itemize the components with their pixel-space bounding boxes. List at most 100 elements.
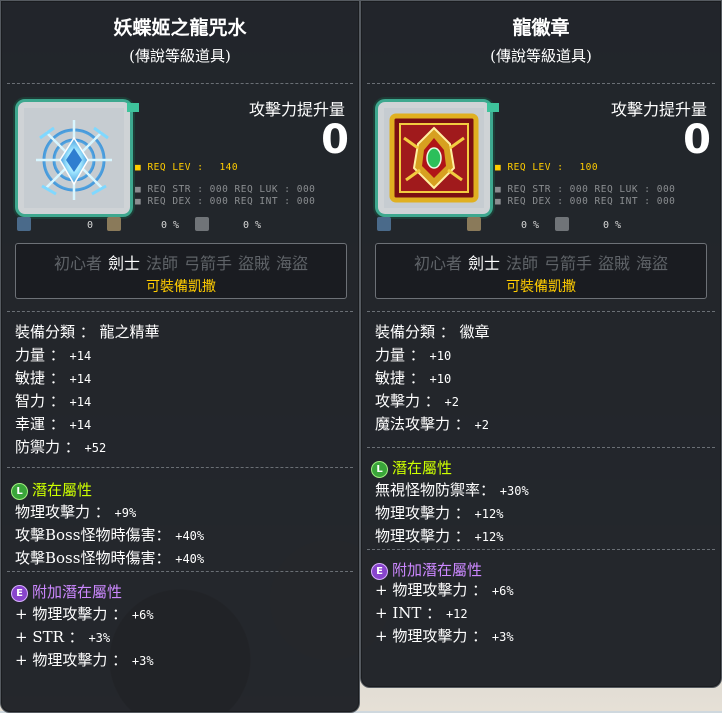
potential-line: 攻擊Boss怪物時傷害： +40% [15, 547, 204, 570]
stat-line: 幸運 ： +14 [15, 413, 160, 436]
additional-potential-header: E 附加潛在屬性 [371, 559, 482, 580]
additional-potential-line: + 物理攻擊力 ： +6% [15, 603, 154, 626]
req-level-label: REQ LEV : [507, 162, 564, 173]
req-stats-line-1: ■ REQ STR : 000 REQ LUK : 000 [135, 184, 316, 195]
additional-potential-line: + STR ： +3% [15, 626, 154, 649]
stat-label: + 物理攻擊力 ： [375, 627, 492, 645]
wrench-icon [17, 217, 31, 231]
legendary-badge-icon: L [371, 461, 388, 478]
stat-label: 攻擊力 ： [375, 392, 445, 410]
job-beginner: 初心者 [413, 254, 462, 273]
job-bowman: 弓箭手 [184, 254, 233, 273]
stat-label: + 物理攻擊力 ： [15, 605, 132, 623]
potential-line: 物理攻擊力 ： +9% [15, 501, 204, 524]
stat-label: 力量 ： [15, 346, 70, 364]
upgrade-info-row: 0 0 % 0 % [17, 217, 351, 235]
potential-line: 無視怪物防禦率： +30% [375, 479, 529, 502]
job-bowman: 弓箭手 [544, 254, 593, 273]
stat-label: + INT ： [375, 604, 446, 622]
additional-potential-lines: + 物理攻擊力 ： +6% + STR ： +3% + 物理攻擊力 ： +3% [15, 603, 154, 672]
stat-label: 防禦力 ： [15, 438, 85, 456]
job-list: 初心者 劍士 法師 弓箭手 盜賊 海盜 [376, 250, 706, 274]
job-list: 初心者 劍士 法師 弓箭手 盜賊 海盜 [16, 250, 346, 274]
job-thief: 盜賊 [598, 254, 631, 273]
req-level: ■ REQ LEV :100 [495, 162, 599, 173]
stat-value: +10 [429, 372, 452, 386]
stats-list: 裝備分類 ： 龍之精華 力量 ： +14 敏捷 ： +14 智力 ： +14 幸… [15, 321, 160, 459]
job-pirate: 海盜 [636, 254, 669, 273]
req-stats-text: REQ DEX : 000 REQ INT : 000 [507, 196, 676, 207]
stat-line: 力量 ： +14 [15, 344, 160, 367]
job-magician: 法師 [145, 254, 178, 273]
stat-line: 裝備分類 ： 徽章 [375, 321, 490, 344]
stat-label: 無視怪物防禦率： [375, 481, 500, 499]
additional-potential-line: + 物理攻擊力 ： +3% [375, 625, 514, 648]
job-magician: 法師 [505, 254, 538, 273]
stat-value: +12 [445, 607, 468, 621]
shield-percent: 0 % [603, 220, 622, 231]
attack-increase-value: 0 [321, 117, 349, 163]
potential-line: 物理攻擊力 ： +12% [375, 502, 529, 525]
epic-badge-icon: E [371, 563, 388, 580]
stat-label: 物理攻擊力 ： [15, 503, 115, 521]
stat-label: + 物理攻擊力 ： [375, 581, 492, 599]
additional-potential-title: 附加潛在屬性 [32, 583, 123, 601]
item-name: 妖蝶姬之龍咒水 [113, 17, 247, 39]
stat-value: +3% [88, 631, 111, 645]
divider [367, 447, 715, 448]
item-icon-frame [15, 99, 133, 217]
additional-potential-line: + 物理攻擊力 ： +6% [375, 579, 514, 602]
stat-label: 幸運 ： [15, 415, 70, 433]
stat-value: +30% [499, 484, 529, 498]
job-box: 初心者 劍士 法師 弓箭手 盜賊 海盜 可裝備凱撒 [15, 243, 347, 299]
item-tooltip-right: 龍徽章 (傳說等級道具) 攻擊力提升量 0 ■ REQ LEV :100 ■ R… [360, 0, 722, 688]
stat-label: 魔法攻擊力 ： [375, 415, 475, 433]
upgrade-slot-icon [467, 217, 481, 231]
stat-line: 敏捷 ： +14 [15, 367, 160, 390]
stat-line: 力量 ： +10 [375, 344, 490, 367]
stat-label: + STR ： [15, 628, 89, 646]
divider [7, 83, 353, 84]
potential-line: 物理攻擊力 ： +12% [375, 525, 529, 548]
req-level: ■ REQ LEV :140 [135, 162, 239, 173]
potential-title: 潛在屬性 [32, 481, 93, 499]
equip-note: 可裝備凱撒 [146, 279, 216, 295]
stat-value: +6% [131, 608, 154, 622]
upgrade-count: 0 [87, 220, 94, 231]
stat-line: 魔法攻擊力 ： +2 [375, 413, 490, 436]
dragon-essence-ice-crest-icon [24, 108, 124, 208]
stat-label: 攻擊Boss怪物時傷害： [15, 549, 176, 567]
stat-value: +40% [175, 552, 205, 566]
stat-value: +12% [474, 530, 504, 544]
epic-badge-icon: E [11, 585, 28, 602]
divider [367, 311, 715, 312]
divider [7, 467, 353, 468]
potential-title: 潛在屬性 [392, 459, 453, 477]
req-level-value: 140 [219, 162, 239, 173]
stat-value: +2 [474, 418, 489, 432]
stat-value: +6% [491, 584, 514, 598]
stat-line: 敏捷 ： +10 [375, 367, 490, 390]
stat-label: 物理攻擊力 ： [375, 504, 475, 522]
stat-line: 攻擊力 ： +2 [375, 390, 490, 413]
job-thief: 盜賊 [238, 254, 271, 273]
potential-line: 攻擊Boss怪物時傷害： +40% [15, 524, 204, 547]
req-stats-line-1: ■ REQ STR : 000 REQ LUK : 000 [495, 184, 676, 195]
stat-value: +52 [84, 441, 107, 455]
stat-label: + 物理攻擊力 ： [15, 651, 132, 669]
req-stats-line-2: ■ REQ DEX : 000 REQ INT : 000 [495, 196, 676, 207]
stat-value: +10 [429, 349, 452, 363]
stat-value: +3% [131, 654, 154, 668]
stats-list: 裝備分類 ： 徽章 力量 ： +10 敏捷 ： +10 攻擊力 ： +2 魔法攻… [375, 321, 490, 436]
attack-increase-value: 0 [683, 117, 711, 163]
req-stats-text: REQ STR : 000 REQ LUK : 000 [507, 184, 676, 195]
item-name: 龍徽章 [512, 17, 570, 39]
stat-value: +40% [175, 529, 205, 543]
upgrade-info-row: 0 % 0 % [377, 217, 713, 235]
req-level-value: 100 [579, 162, 599, 173]
stat-value: +3% [491, 630, 514, 644]
additional-potential-line: + 物理攻擊力 ： +3% [15, 649, 154, 672]
wrench-icon [377, 217, 391, 231]
req-stats-text: REQ DEX : 000 REQ INT : 000 [147, 196, 316, 207]
item-grade: (傳說等級道具) [490, 47, 592, 65]
